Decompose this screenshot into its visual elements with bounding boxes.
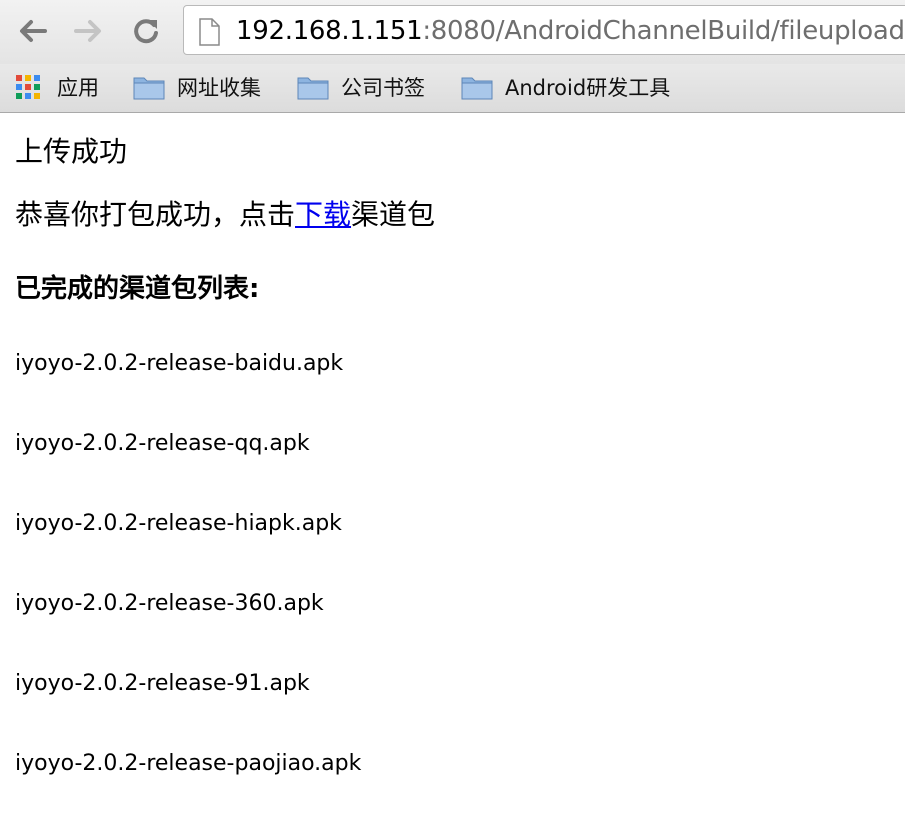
message-prefix: 恭喜你打包成功，点击 <box>15 198 296 231</box>
reload-button[interactable] <box>130 14 162 48</box>
bookmark-folder-company[interactable]: 公司书签 <box>297 72 425 102</box>
apk-list: iyoyo-2.0.2-release-baidu.apk iyoyo-2.0.… <box>15 349 361 829</box>
download-link[interactable]: 下载 <box>295 198 351 231</box>
forward-button[interactable] <box>73 14 105 48</box>
bookmark-label: Android研发工具 <box>505 76 671 100</box>
apk-list-item: iyoyo-2.0.2-release-qq.apk <box>15 431 310 456</box>
bookmark-label: 公司书签 <box>341 76 425 100</box>
bookmarks-bar: 应用 网址收集 公司书签 Android研发工具 <box>0 64 905 113</box>
forward-arrow-icon <box>74 20 101 42</box>
bookmark-label: 应用 <box>57 76 99 100</box>
apk-list-item: iyoyo-2.0.2-release-paojiao.apk <box>15 751 362 776</box>
folder-icon <box>133 77 165 100</box>
apk-list-item: iyoyo-2.0.2-release-91.apk <box>15 671 310 696</box>
bookmark-folder-android[interactable]: Android研发工具 <box>461 72 670 102</box>
page-title: 上传成功 <box>15 135 128 168</box>
back-button[interactable] <box>16 14 48 48</box>
apps-grid-icon <box>16 75 40 99</box>
browser-toolbar: 192.168.1.151:8080/AndroidChannelBuild/f… <box>0 0 905 64</box>
bookmark-folder-urls[interactable]: 网址收集 <box>133 72 261 102</box>
url-text: 192.168.1.151:8080/AndroidChannelBuild/f… <box>236 16 905 46</box>
list-heading: 已完成的渠道包列表: <box>15 274 260 304</box>
apk-list-item: iyoyo-2.0.2-release-baidu.apk <box>15 351 344 376</box>
url-path: :8080/AndroidChannelBuild/fileupload <box>422 16 905 46</box>
reload-icon <box>134 19 158 44</box>
success-message: 恭喜你打包成功，点击下载渠道包 <box>15 193 435 233</box>
bookmark-label: 网址收集 <box>177 76 261 100</box>
address-bar[interactable]: 192.168.1.151:8080/AndroidChannelBuild/f… <box>183 5 905 55</box>
apk-list-item: iyoyo-2.0.2-release-360.apk <box>15 591 324 616</box>
bookmark-apps[interactable]: 应用 <box>15 72 99 102</box>
url-host: 192.168.1.151 <box>236 16 423 46</box>
apk-list-item: iyoyo-2.0.2-release-hiapk.apk <box>15 511 342 536</box>
folder-icon <box>297 77 329 100</box>
message-suffix: 渠道包 <box>351 198 436 231</box>
page-icon <box>199 18 220 46</box>
folder-icon <box>461 77 493 100</box>
back-arrow-icon <box>20 20 47 42</box>
